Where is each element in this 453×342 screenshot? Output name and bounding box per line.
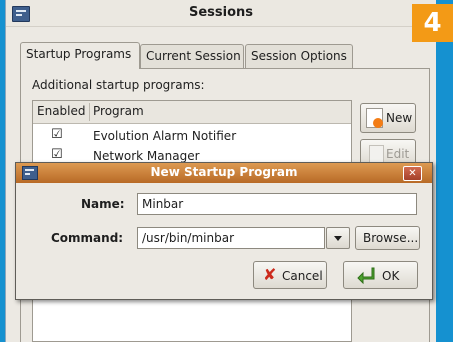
browse-button-label: Browse...: [363, 231, 419, 245]
name-label: Name:: [81, 197, 125, 211]
cancel-x-icon: ✘: [263, 265, 277, 284]
enabled-checkbox[interactable]: ☑: [51, 147, 63, 162]
dialog-titlebar[interactable]: New Startup Program ✕: [16, 163, 432, 183]
tab-current-session[interactable]: Current Session: [140, 44, 244, 68]
ok-button[interactable]: OK: [343, 261, 418, 289]
edit-icon: [369, 145, 384, 163]
column-divider: [89, 103, 90, 121]
cancel-button-label: Cancel: [282, 269, 323, 283]
list-item[interactable]: ☑ Evolution Alarm Notifier: [33, 126, 351, 146]
command-field[interactable]: /usr/bin/minbar: [137, 227, 325, 249]
dialog-title: New Startup Program: [150, 165, 298, 179]
step-number-badge: 4: [412, 4, 453, 42]
browse-button[interactable]: Browse...: [355, 226, 420, 250]
command-label: Command:: [51, 231, 124, 245]
program-name: Evolution Alarm Notifier: [93, 129, 237, 143]
column-enabled-header[interactable]: Enabled: [37, 104, 86, 118]
list-header: Enabled Program: [33, 101, 351, 124]
window-titlebar[interactable]: Sessions: [6, 0, 436, 27]
startup-programs-label: Additional startup programs:: [32, 78, 205, 92]
chevron-down-icon[interactable]: [326, 227, 350, 249]
ok-button-label: OK: [382, 269, 400, 283]
column-program-header[interactable]: Program: [93, 104, 144, 118]
new-startup-program-dialog: New Startup Program ✕ Name: Minbar Comma…: [15, 162, 433, 300]
ok-arrow-icon: [357, 267, 375, 284]
new-document-icon: [366, 108, 383, 128]
enabled-checkbox[interactable]: ☑: [51, 127, 63, 142]
tab-session-options[interactable]: Session Options: [245, 44, 353, 68]
edit-button-label: Edit: [386, 147, 410, 161]
tab-startup-programs[interactable]: Startup Programs: [20, 42, 140, 69]
close-icon[interactable]: ✕: [403, 166, 422, 181]
cancel-button[interactable]: ✘ Cancel: [253, 261, 327, 289]
name-field[interactable]: Minbar: [137, 193, 417, 215]
new-button-label: New: [386, 111, 413, 125]
program-name: Network Manager: [93, 149, 200, 163]
window-title: Sessions: [188, 5, 254, 20]
new-button[interactable]: New: [360, 103, 416, 133]
